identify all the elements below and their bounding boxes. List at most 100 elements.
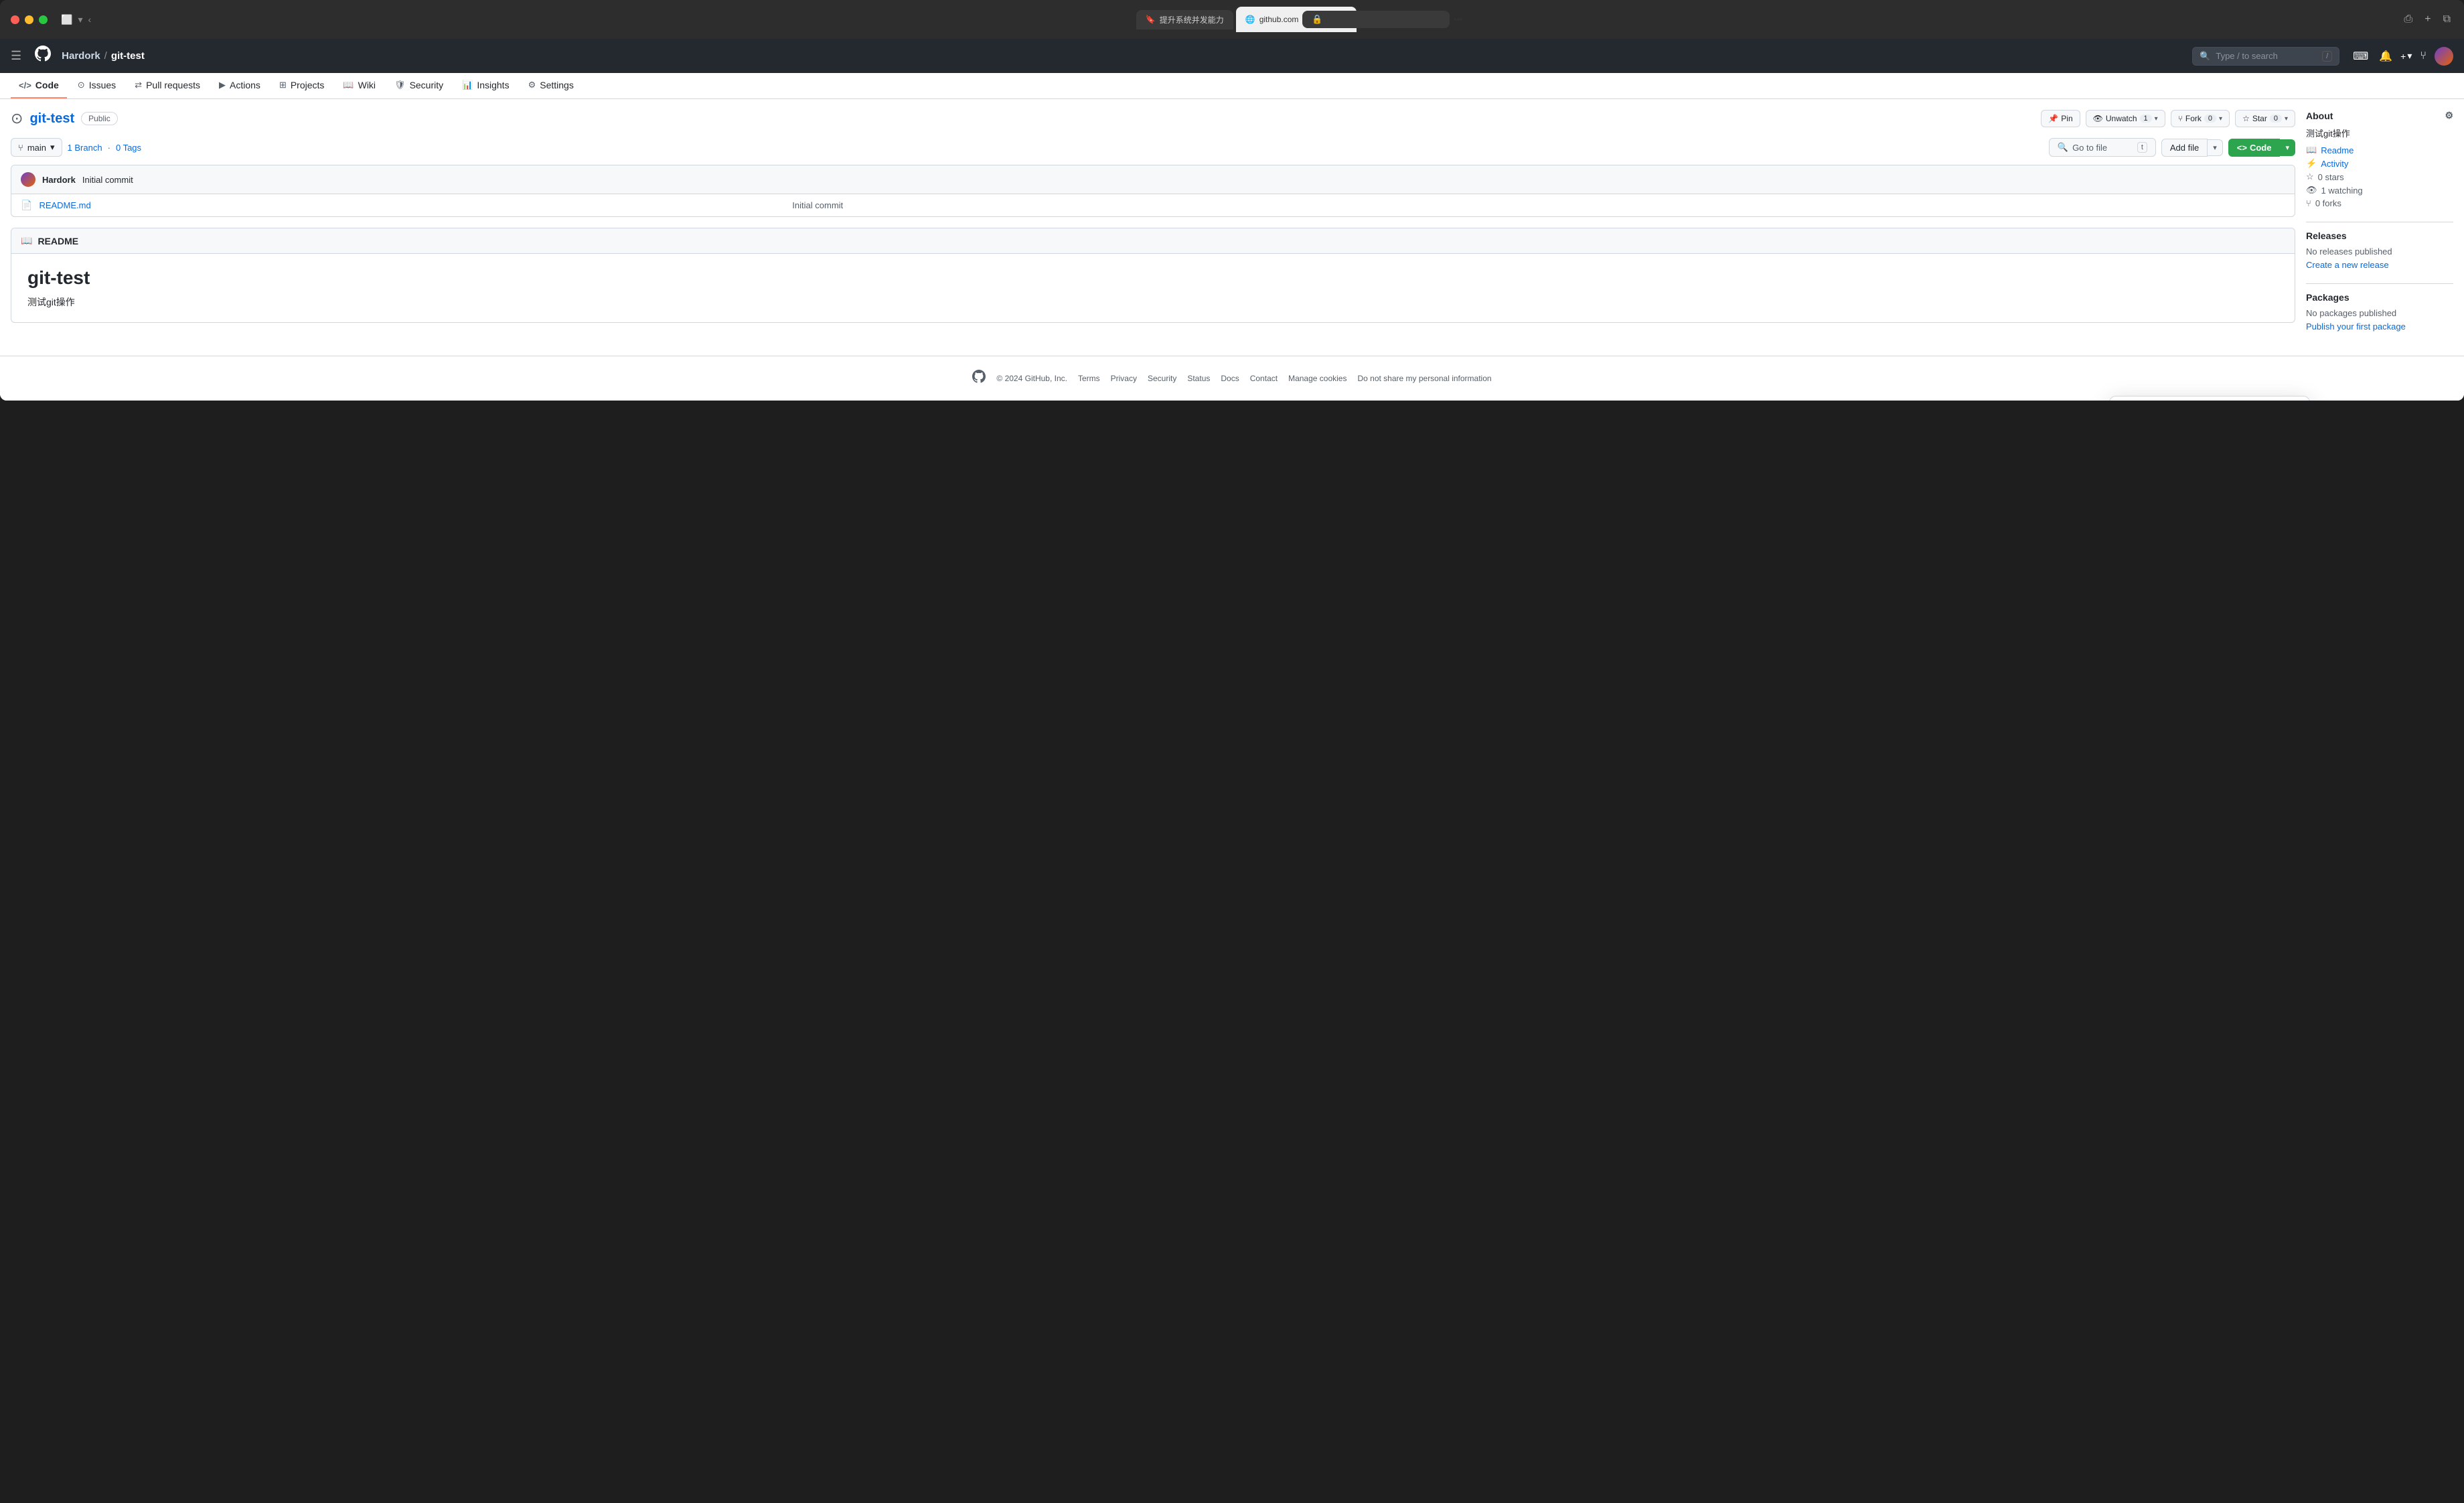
browser-tab-2[interactable]: 🌐 github.com 🔒 ••• xyxy=(1236,7,1357,32)
repo-nav: </> Code ⊙ Issues ⇄ Pull requests ▶ Acti… xyxy=(0,73,2464,99)
code-button[interactable]: <> Code xyxy=(2228,139,2281,157)
sidebar-activity-item: ⚡ Activity xyxy=(2306,158,2453,169)
notifications-icon[interactable]: 🔔 xyxy=(2376,47,2395,66)
tags-link[interactable]: 0 Tags xyxy=(116,143,141,153)
fork-dropdown-icon[interactable]: ▾ xyxy=(2219,115,2222,123)
insights-icon: 📊 xyxy=(462,80,473,90)
goto-file-button[interactable]: 🔍 Go to file t xyxy=(2049,138,2156,157)
nav-item-security[interactable]: 🛡 Security xyxy=(386,73,451,98)
star-button[interactable]: ☆ Star 0 ▾ xyxy=(2235,110,2295,127)
file-table: Hardork Initial commit 📄 README.md Initi… xyxy=(11,165,2295,217)
sidebar-watching-item: 👁 1 watching xyxy=(2306,185,2453,196)
about-description: 测试git操作 xyxy=(2306,127,2453,139)
breadcrumb-repo[interactable]: git-test xyxy=(111,50,145,62)
branches-link[interactable]: 1 Branch xyxy=(68,143,102,153)
sidebar-stars-item: ☆ 0 stars xyxy=(2306,171,2453,182)
sidebar-divider-2 xyxy=(2306,283,2453,284)
footer-privacy[interactable]: Privacy xyxy=(1111,374,1137,383)
nav-item-issues[interactable]: ⊙ Issues xyxy=(70,73,124,98)
github-logo[interactable] xyxy=(35,46,51,66)
nav-item-projects[interactable]: ⊞ Projects xyxy=(271,73,332,98)
commit-author[interactable]: Hardork xyxy=(42,175,76,185)
branch-icon: ⑂ xyxy=(18,143,23,153)
search-bar[interactable]: 🔍 Type / to search / xyxy=(2192,47,2339,66)
nav-item-insights[interactable]: 📊 Insights xyxy=(454,73,517,98)
repo-name[interactable]: git-test xyxy=(29,111,74,127)
watch-button[interactable]: 👁 Unwatch 1 ▾ xyxy=(2086,110,2165,127)
plus-label: + xyxy=(2400,51,2406,62)
star-label: Star xyxy=(2252,114,2267,123)
sidebar-tabs-icon[interactable]: ⧉ xyxy=(2441,12,2453,27)
dropdown-tab-codespaces[interactable]: Codespaces xyxy=(2210,397,2309,401)
pr-icon: ⇄ xyxy=(135,80,142,90)
close-button[interactable] xyxy=(11,15,19,24)
nav-projects-label: Projects xyxy=(291,80,325,90)
nav-code-label: Code xyxy=(35,80,59,90)
file-commit-msg: Initial commit xyxy=(792,200,2285,210)
breadcrumb-owner[interactable]: Hardork xyxy=(62,50,100,62)
breadcrumb-separator: / xyxy=(104,50,107,62)
no-packages-text: No packages published xyxy=(2306,308,2453,318)
fork-count: 0 xyxy=(2204,115,2216,123)
fork-button[interactable]: ⑂ Fork 0 ▾ xyxy=(2171,110,2230,127)
fork-label: Fork xyxy=(2185,114,2202,123)
footer: © 2024 GitHub, Inc. Terms Privacy Securi… xyxy=(0,356,2464,401)
dropdown-tab-local[interactable]: Local xyxy=(2110,397,2210,401)
file-name[interactable]: README.md xyxy=(39,200,785,210)
pin-button[interactable]: 📌 Pin xyxy=(2041,110,2080,127)
nav-item-wiki[interactable]: 📖 Wiki xyxy=(335,73,384,98)
maximize-button[interactable] xyxy=(39,15,48,24)
readme-header: 📖 README xyxy=(11,228,2295,254)
user-avatar[interactable] xyxy=(2435,47,2453,66)
star-dropdown-icon[interactable]: ▾ xyxy=(2285,115,2288,123)
lock-icon: 🔒 xyxy=(1302,11,1450,28)
sidebar-toggle-icon[interactable]: ⬜ xyxy=(61,14,72,25)
add-file-dropdown[interactable]: ▾ xyxy=(2208,139,2223,156)
about-label: About xyxy=(2306,111,2333,121)
add-file-button[interactable]: Add file xyxy=(2161,139,2208,157)
terminal-icon[interactable]: ⌨ xyxy=(2350,47,2371,66)
footer-do-not-share[interactable]: Do not share my personal information xyxy=(1357,374,1491,383)
branch-selector[interactable]: ⑂ main ▾ xyxy=(11,138,62,157)
nav-item-actions[interactable]: ▶ Actions xyxy=(211,73,268,98)
browser-tab-1[interactable]: 🔖 提升系统并发能力 xyxy=(1136,10,1233,29)
footer-status[interactable]: Status xyxy=(1187,374,1210,383)
stars-meta-label: 0 stars xyxy=(2318,172,2344,182)
nav-insights-label: Insights xyxy=(477,80,509,90)
new-item-button[interactable]: + ▾ xyxy=(2400,50,2412,62)
pin-icon: 📌 xyxy=(2048,114,2058,123)
activity-meta-label[interactable]: Activity xyxy=(2321,159,2348,169)
publish-package-link[interactable]: Publish your first package xyxy=(2306,321,2406,332)
footer-contact[interactable]: Contact xyxy=(1250,374,1278,383)
fork-icon-header[interactable]: ⑂ xyxy=(2417,48,2429,65)
footer-manage-cookies[interactable]: Manage cookies xyxy=(1288,374,1346,383)
create-release-link[interactable]: Create a new release xyxy=(2306,260,2389,270)
footer-docs[interactable]: Docs xyxy=(1221,374,1239,383)
branch-name: main xyxy=(27,143,46,153)
packages-label: Packages xyxy=(2306,292,2350,303)
sidebar-readme-item: 📖 Readme xyxy=(2306,145,2453,155)
watching-meta-label: 1 watching xyxy=(2321,186,2363,196)
minimize-button[interactable] xyxy=(25,15,33,24)
goto-shortcut: t xyxy=(2137,142,2147,153)
watch-dropdown-icon[interactable]: ▾ xyxy=(2155,115,2158,123)
no-releases-text: No releases published xyxy=(2306,246,2453,257)
hamburger-menu[interactable]: ☰ xyxy=(11,49,21,63)
branches-count: 1 xyxy=(68,143,72,153)
footer-terms[interactable]: Terms xyxy=(1078,374,1100,383)
nav-item-pull-requests[interactable]: ⇄ Pull requests xyxy=(127,73,208,98)
nav-item-settings[interactable]: ⚙ Settings xyxy=(520,73,582,98)
branch-meta: 1 Branch · 0 Tags xyxy=(68,143,142,153)
about-gear-icon[interactable]: ⚙ xyxy=(2445,110,2453,121)
releases-section: Releases No releases published Create a … xyxy=(2306,230,2453,270)
share-icon[interactable]: ⎙ xyxy=(2401,12,2415,27)
readme-meta-label[interactable]: Readme xyxy=(2321,145,2354,155)
nav-item-code[interactable]: </> Code xyxy=(11,73,67,98)
code-dropdown-button[interactable]: ▾ xyxy=(2280,139,2295,156)
chevron-down-icon[interactable]: ▾ xyxy=(78,14,82,25)
back-icon[interactable]: ‹ xyxy=(88,14,91,25)
new-tab-icon[interactable]: + xyxy=(2422,12,2433,27)
footer-security[interactable]: Security xyxy=(1148,374,1176,383)
readme-main-title: git-test xyxy=(27,267,2279,289)
activity-meta-icon: ⚡ xyxy=(2306,158,2317,169)
